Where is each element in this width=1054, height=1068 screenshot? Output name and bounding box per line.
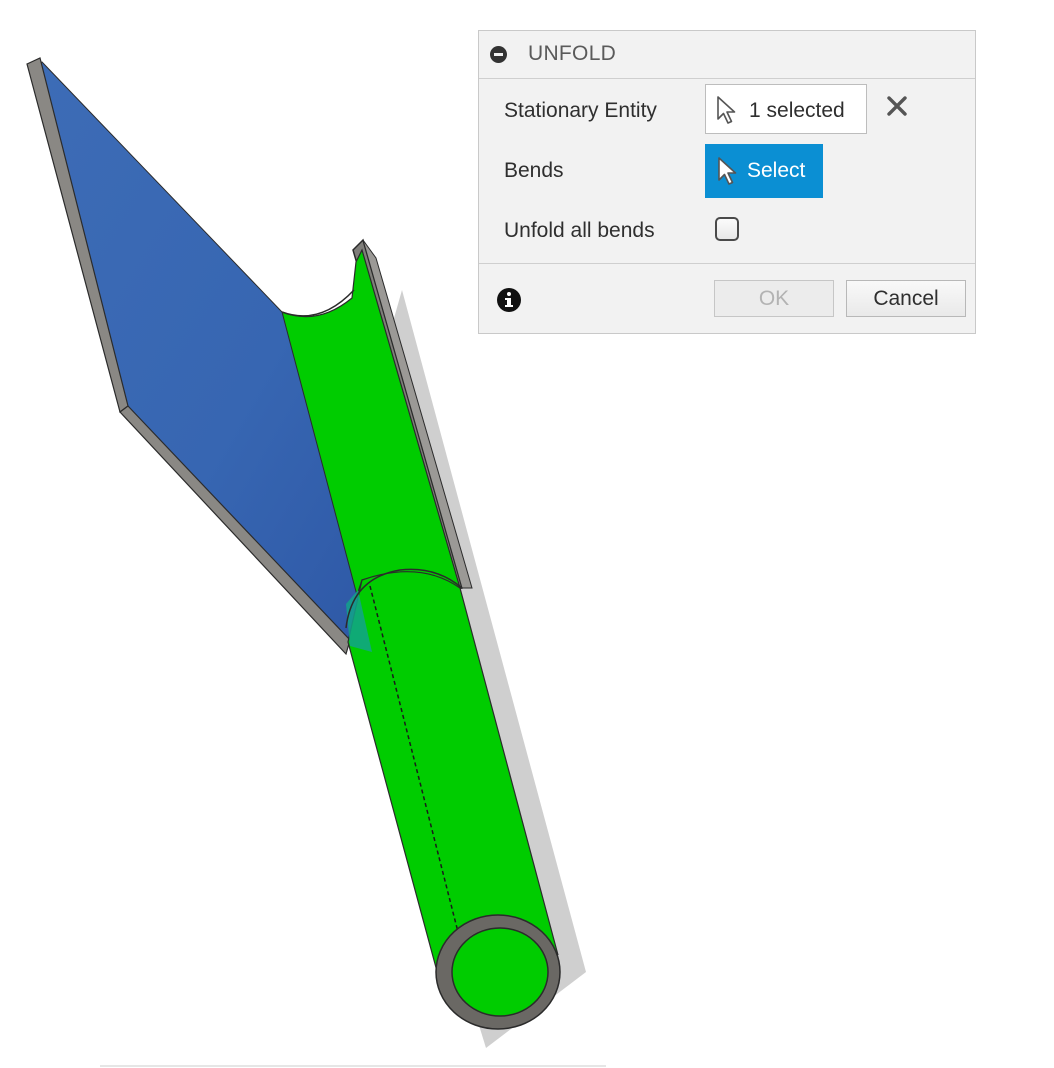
close-x-icon[interactable] xyxy=(884,93,910,119)
info-icon[interactable] xyxy=(497,288,521,312)
bends-label: Bends xyxy=(504,159,564,182)
cancel-button[interactable]: Cancel xyxy=(846,280,966,317)
minus-circle-icon[interactable] xyxy=(490,46,507,63)
stationary-entity-selection-text: 1 selected xyxy=(749,99,845,122)
stationary-entity-selector[interactable]: 1 selected xyxy=(705,84,867,134)
dialog-body: Stationary Entity 1 selected Bends Selec… xyxy=(479,79,975,264)
dialog-title: UNFOLD xyxy=(528,42,617,65)
tube-end-inner xyxy=(451,927,549,1017)
ground-line xyxy=(100,1065,606,1067)
unfold-all-bends-checkbox[interactable] xyxy=(715,217,739,241)
dialog-header: UNFOLD xyxy=(479,31,975,79)
dialog-footer: OK Cancel xyxy=(479,264,975,333)
pointer-arrow-icon xyxy=(717,96,736,124)
pointer-arrow-icon xyxy=(718,157,737,185)
ok-button[interactable]: OK xyxy=(714,280,834,317)
stationary-entity-label: Stationary Entity xyxy=(504,99,657,122)
bends-select-text: Select xyxy=(747,159,806,182)
unfold-dialog: UNFOLD Stationary Entity 1 selected Bend… xyxy=(478,30,976,334)
unfold-all-bends-label: Unfold all bends xyxy=(504,219,655,242)
bends-select-button[interactable]: Select xyxy=(705,144,823,198)
